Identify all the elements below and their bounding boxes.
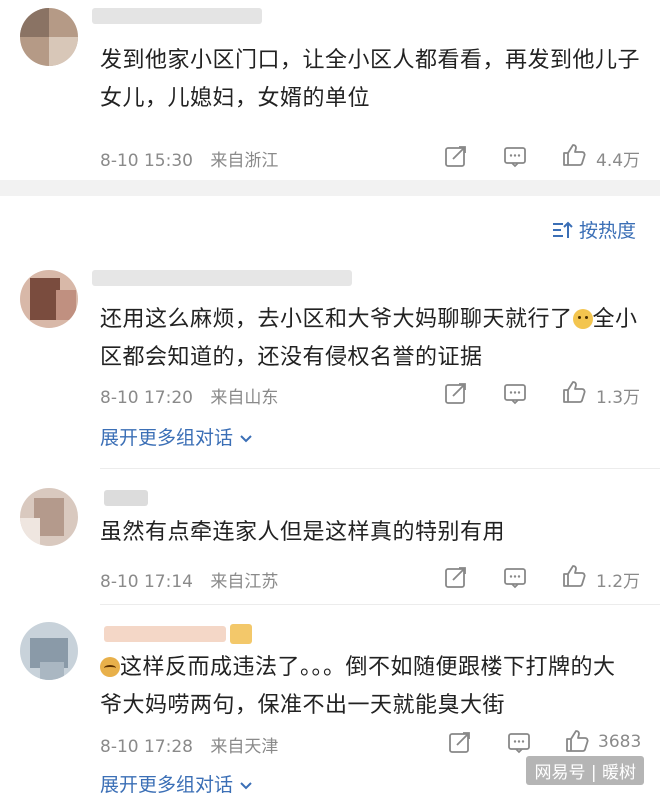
divider xyxy=(100,468,660,469)
username-blurred[interactable] xyxy=(92,270,352,286)
comment-meta: 8-10 17:14 来自江苏 xyxy=(100,567,290,592)
emoji-dog-icon xyxy=(572,309,593,329)
comment-location: 来自江苏 xyxy=(210,572,279,592)
divider xyxy=(100,604,660,605)
username-blurred[interactable] xyxy=(92,8,262,24)
expand-replies-link[interactable]: 展开更多组对话 xyxy=(100,770,253,797)
comment-meta: 8-10 17:28 来自天津 xyxy=(100,732,290,757)
like-icon[interactable] xyxy=(561,379,587,405)
comment-icon[interactable] xyxy=(502,564,528,590)
emoji-cat-icon xyxy=(100,657,120,677)
comment-location: 来自山东 xyxy=(210,388,279,408)
expand-label: 展开更多组对话 xyxy=(100,427,234,449)
comment-text: 还用这么麻烦，去小区和大爷大妈聊聊天就行了 全小区都会知道的，还没有侵权名誉的证据 xyxy=(100,301,640,377)
avatar[interactable] xyxy=(20,622,78,680)
comment-location: 来自天津 xyxy=(210,737,279,757)
chevron-down-icon xyxy=(240,435,252,443)
like-icon[interactable] xyxy=(564,728,590,754)
share-icon[interactable] xyxy=(443,143,469,169)
username-blurred[interactable] xyxy=(104,490,148,506)
share-icon[interactable] xyxy=(443,380,469,406)
user-badge-icon xyxy=(230,624,252,644)
comment-icon[interactable] xyxy=(502,143,528,169)
share-icon[interactable] xyxy=(443,564,469,590)
expand-label: 展开更多组对话 xyxy=(100,774,234,796)
like-count: 3683 xyxy=(598,732,642,752)
share-icon[interactable] xyxy=(447,729,473,755)
sort-icon xyxy=(552,221,573,238)
chevron-down-icon xyxy=(240,782,252,790)
avatar[interactable] xyxy=(20,488,78,546)
like-icon[interactable] xyxy=(561,142,587,168)
username-blurred[interactable] xyxy=(104,626,226,642)
avatar[interactable] xyxy=(20,270,78,328)
comment-text-part: 还用这么麻烦，去小区和大爷大妈聊聊天就行了 xyxy=(100,307,573,332)
comment-time: 8-10 17:14 xyxy=(100,572,193,592)
comment-text: 发到他家小区门口，让全小区人都看看，再发到他儿子女儿，儿媳妇，女婿的单位 xyxy=(100,48,641,111)
comment-text: 虽然有点牵连家人但是这样真的特别有用 xyxy=(100,520,506,545)
comment-meta: 8-10 15:30 来自浙江 xyxy=(100,146,290,171)
like-count: 1.2万 xyxy=(596,572,641,592)
comment-icon[interactable] xyxy=(502,380,528,406)
sort-button[interactable]: 按热度 xyxy=(551,216,636,243)
comment-location: 来自浙江 xyxy=(210,151,279,171)
like-count: 1.3万 xyxy=(596,388,641,408)
expand-replies-link[interactable]: 展开更多组对话 xyxy=(100,423,253,450)
comment-icon[interactable] xyxy=(506,729,532,755)
comment-text-part: 这样反而成违法了。。。倒不如随便跟楼下打牌的大爷大妈唠两句，保准不出一天就能臭大… xyxy=(100,655,616,718)
comment-meta: 8-10 17:20 来自山东 xyxy=(100,383,290,408)
avatar[interactable] xyxy=(20,8,78,66)
section-separator xyxy=(0,180,660,196)
like-count: 4.4万 xyxy=(596,151,641,171)
comment-time: 8-10 15:30 xyxy=(100,151,193,171)
sort-label: 按热度 xyxy=(578,220,636,242)
comment-time: 8-10 17:28 xyxy=(100,737,193,757)
comment-time: 8-10 17:20 xyxy=(100,388,193,408)
comment-text: 这样反而成违法了。。。倒不如随便跟楼下打牌的大爷大妈唠两句，保准不出一天就能臭大… xyxy=(100,649,620,725)
like-icon[interactable] xyxy=(561,563,587,589)
watermark: 网易号 | 暖树 xyxy=(526,756,644,785)
